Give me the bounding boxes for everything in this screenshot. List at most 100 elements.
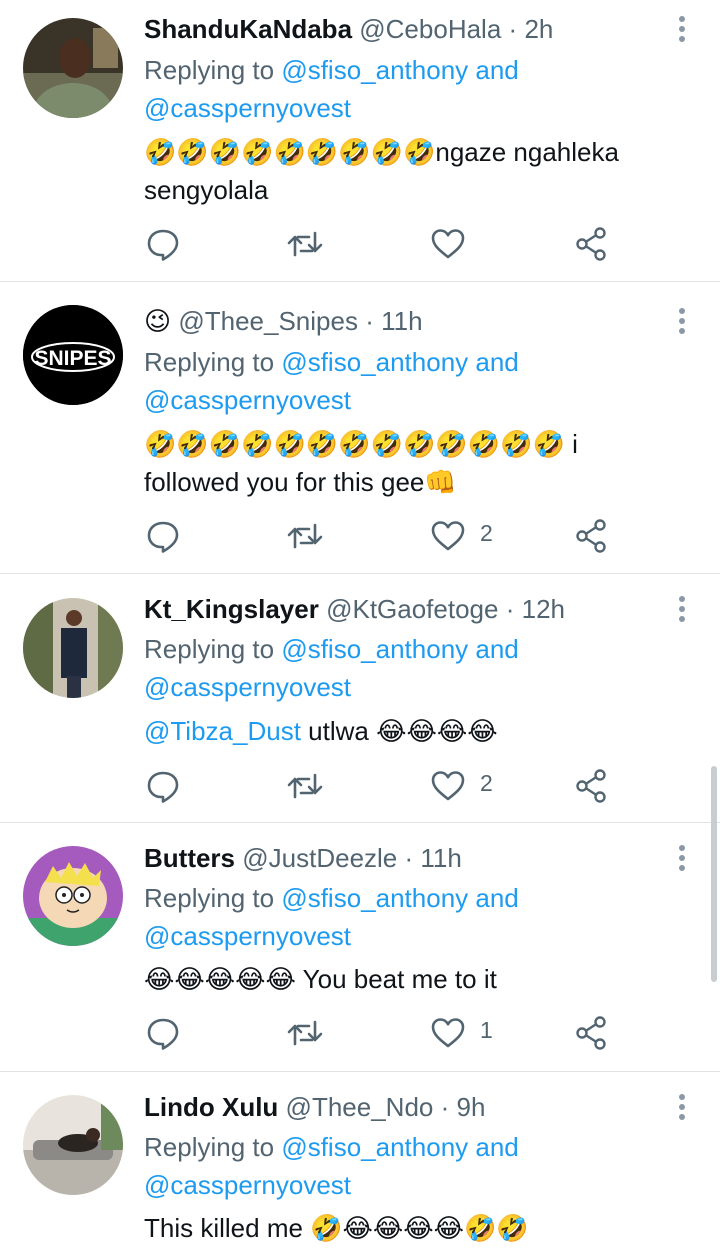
retweet-button[interactable] (285, 224, 325, 264)
mention-link[interactable]: @casspernyovest (144, 672, 351, 702)
more-icon[interactable] (675, 843, 689, 873)
user-handle[interactable]: @CeboHala (359, 14, 501, 44)
tweet-header: Butters @JustDeezle · 11h (144, 843, 462, 873)
tweet-text: 😂😂😂😂😂 You beat me to it (144, 964, 497, 994)
tweet-actions: 2 (0, 516, 720, 556)
share-icon (571, 1013, 611, 1053)
replying-label: Replying to (144, 634, 275, 664)
tweet[interactable]: SNIPES 😉 @Thee_Snipes · 11h Replying to … (0, 282, 720, 573)
replying-and[interactable]: and (475, 883, 518, 913)
tweet-header: Lindo Xulu @Thee_Ndo · 9h (144, 1092, 485, 1122)
like-icon (428, 516, 468, 556)
tweet-header: Kt_Kingslayer @KtGaofetoge · 12h (144, 594, 565, 624)
user-handle[interactable]: @Thee_Ndo (286, 1092, 434, 1122)
mention-link[interactable]: @sfiso_anthony (281, 883, 468, 913)
tweet-actions: 2 (0, 766, 720, 806)
replying-to: Replying to @sfiso_anthony and (144, 879, 519, 917)
tweet-text: This killed me 🤣😂😂😂😂🤣🤣 (144, 1213, 529, 1243)
share-icon (571, 516, 611, 556)
replying-to: Replying to @sfiso_anthony and (144, 630, 519, 668)
timestamp[interactable]: 2h (524, 14, 553, 44)
display-name[interactable]: 😉 (144, 306, 171, 336)
timestamp[interactable]: 11h (381, 306, 422, 336)
more-icon[interactable] (675, 14, 689, 44)
like-button[interactable] (428, 224, 468, 264)
tweet[interactable]: Kt_Kingslayer @KtGaofetoge · 12h Replyin… (0, 574, 720, 822)
like-count: 2 (480, 770, 493, 796)
share-button[interactable] (571, 516, 611, 556)
retweet-icon (285, 766, 325, 806)
avatar[interactable] (23, 1095, 123, 1195)
separator: · (404, 843, 414, 873)
avatar[interactable]: SNIPES (23, 305, 123, 405)
replying-and[interactable]: and (475, 347, 518, 377)
reply-icon (143, 1013, 183, 1053)
retweet-button[interactable] (285, 766, 325, 806)
tweet[interactable]: Butters @JustDeezle · 11h Replying to @s… (0, 823, 720, 1071)
timestamp[interactable]: 9h (457, 1092, 486, 1122)
retweet-button[interactable] (285, 516, 325, 556)
display-name[interactable]: ShanduKaNdaba (144, 14, 352, 44)
timestamp[interactable]: 11h (420, 843, 461, 873)
display-name[interactable]: Lindo Xulu (144, 1092, 278, 1122)
tweet-text: 🤣🤣🤣🤣🤣🤣🤣🤣🤣ngaze ngahleka sengyolala (144, 137, 619, 205)
reply-button[interactable] (143, 766, 183, 806)
tweet[interactable]: ShanduKaNdaba @CeboHala · 2h Replying to… (0, 0, 720, 281)
replying-to: Replying to @sfiso_anthony and (144, 1128, 519, 1166)
scrollbar[interactable] (711, 766, 717, 982)
tweet-actions (0, 224, 720, 264)
retweet-button[interactable] (285, 1013, 325, 1053)
reply-button[interactable] (143, 224, 183, 264)
tweet-text: @Tibza_Dust utlwa 😂😂😂😂 (144, 712, 704, 750)
replying-label: Replying to (144, 883, 275, 913)
tweet-text: 🤣🤣🤣🤣🤣🤣🤣🤣🤣🤣🤣🤣🤣 i followed you for this ge… (144, 429, 578, 497)
mention-link[interactable]: @casspernyovest (144, 385, 351, 415)
retweet-icon (285, 1013, 325, 1053)
more-icon[interactable] (675, 1092, 689, 1122)
mention-link[interactable]: @casspernyovest (144, 1170, 351, 1200)
more-icon[interactable] (675, 594, 689, 624)
like-button[interactable]: 2 (428, 766, 493, 806)
replying-label: Replying to (144, 1132, 275, 1162)
more-icon[interactable] (675, 306, 689, 336)
user-handle[interactable]: @JustDeezle (242, 843, 397, 873)
avatar-logo-text: SNIPES (34, 347, 111, 370)
like-button[interactable]: 1 (428, 1013, 493, 1053)
avatar[interactable] (23, 18, 123, 118)
timestamp[interactable]: 12h (522, 594, 565, 624)
display-name[interactable]: Butters (144, 843, 235, 873)
user-handle[interactable]: @Thee_Snipes (178, 306, 358, 336)
replying-to: Replying to @sfiso_anthony and (144, 343, 519, 381)
mention-link[interactable]: @sfiso_anthony (281, 1132, 468, 1162)
separator: · (365, 306, 374, 336)
mention-link[interactable]: @sfiso_anthony (281, 634, 468, 664)
tweet[interactable]: Lindo Xulu @Thee_Ndo · 9h Replying to @s… (0, 1072, 720, 1255)
retweet-icon (285, 516, 325, 556)
reply-button[interactable] (143, 516, 183, 556)
like-count: 2 (480, 520, 493, 546)
mention-link[interactable]: @Tibza_Dust (144, 716, 301, 746)
avatar[interactable] (23, 846, 123, 946)
replying-and[interactable]: and (475, 634, 518, 664)
share-button[interactable] (571, 1013, 611, 1053)
like-icon (428, 224, 468, 264)
mention-link[interactable]: @casspernyovest (144, 921, 351, 951)
like-button[interactable]: 2 (428, 516, 493, 556)
user-handle[interactable]: @KtGaofetoge (326, 594, 498, 624)
mention-link[interactable]: @sfiso_anthony (281, 347, 468, 377)
tweet-header: 😉 @Thee_Snipes · 11h (144, 306, 423, 336)
replying-and[interactable]: and (475, 1132, 518, 1162)
share-button[interactable] (571, 224, 611, 264)
display-name[interactable]: Kt_Kingslayer (144, 594, 319, 624)
reply-button[interactable] (143, 1013, 183, 1053)
replying-label: Replying to (144, 347, 275, 377)
share-button[interactable] (571, 766, 611, 806)
tweet-text-content: utlwa 😂😂😂😂 (300, 716, 498, 746)
mention-link[interactable]: @sfiso_anthony (281, 55, 468, 85)
avatar[interactable] (23, 598, 123, 698)
reply-icon (143, 516, 183, 556)
replying-and[interactable]: and (475, 55, 518, 85)
tweet-header: ShanduKaNdaba @CeboHala · 2h (144, 14, 553, 44)
mention-link[interactable]: @casspernyovest (144, 93, 351, 123)
replying-to: Replying to @sfiso_anthony and (144, 51, 519, 89)
